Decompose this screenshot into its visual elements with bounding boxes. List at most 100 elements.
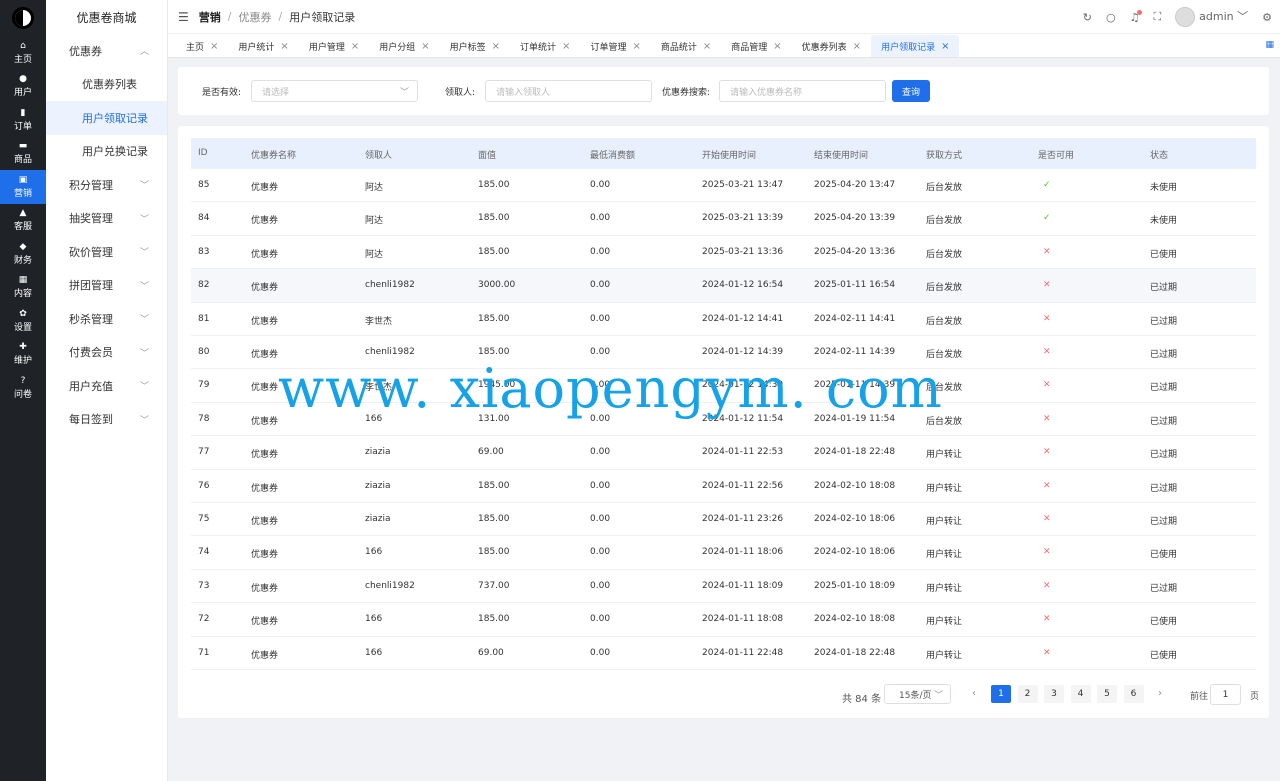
rail-item-user[interactable]: ● 用户 xyxy=(0,70,46,104)
page-number-button[interactable]: 1 xyxy=(991,685,1011,703)
menu-item-exchange-records[interactable]: 用户兑换记录 xyxy=(46,135,167,169)
tab-4[interactable]: 用户标签 × xyxy=(440,35,510,57)
rail-item-finance[interactable]: ◆ 财务 xyxy=(0,237,46,271)
valid-select[interactable]: 请选择 ﹀ xyxy=(251,80,418,102)
close-icon[interactable]: × xyxy=(853,41,861,52)
table-row[interactable]: 72 优惠券 166 185.00 0.00 2024-01-11 18:08 2024-0… xyxy=(191,603,1256,637)
page-number-button[interactable]: 3 xyxy=(1044,685,1064,703)
close-icon[interactable]: × xyxy=(632,41,640,52)
close-icon[interactable]: × xyxy=(492,41,500,52)
refresh-icon[interactable]: ↻ xyxy=(1083,11,1092,24)
close-icon[interactable]: × xyxy=(562,41,570,52)
table-row[interactable]: 85 优惠券 阿达 185.00 0.00 2025-03-21 13:47 2025-04… xyxy=(191,169,1256,203)
tab-8[interactable]: 商品管理 × xyxy=(721,35,791,57)
breadcrumb-item[interactable]: 营销 xyxy=(199,9,221,25)
tab-3[interactable]: 用户分组 × xyxy=(369,35,439,57)
table-cell: 0.00 xyxy=(590,614,611,625)
column-header: 开始使用时间 xyxy=(702,151,757,161)
rail-item-service[interactable]: ▲ 客服 xyxy=(0,204,46,238)
breadcrumb-item[interactable]: 优惠券 xyxy=(238,9,271,25)
table-cell: 72 xyxy=(198,614,210,625)
table-cell: 166 xyxy=(365,647,383,658)
chevron-down-icon: ﹀ xyxy=(139,382,149,393)
page-number-button[interactable]: 2 xyxy=(1017,685,1038,703)
table-row[interactable]: 73 优惠券 chenli1982 737.00 0.00 2024-01-11 18:0… xyxy=(191,570,1256,604)
page-number-button[interactable]: 5 xyxy=(1097,685,1117,703)
fullscreen-icon[interactable]: ⛶ xyxy=(1153,10,1161,24)
page-number-button[interactable]: 4 xyxy=(1070,685,1091,703)
tabs-menu-icon[interactable]: ▦ xyxy=(1265,40,1274,50)
menu-group-6[interactable]: 用户充值 ﹀ xyxy=(46,369,167,403)
tab-10[interactable]: 用户领取记录 × xyxy=(871,35,960,57)
rail-item-survey[interactable]: ? 问卷 xyxy=(0,371,46,405)
menu-group-4[interactable]: 秒杀管理 ﹀ xyxy=(46,302,167,336)
rail-item-product[interactable]: ▬ 商品 xyxy=(0,137,46,171)
table-row[interactable]: 75 优惠券 ziazia 185.00 0.00 2024-01-11 23:26 202… xyxy=(191,503,1256,537)
table-row[interactable]: 79 优惠券 李世杰 1945.00 0.00 2024-01-12 14:39 2025-… xyxy=(191,369,1256,403)
menu-toggle-icon[interactable]: ☰ xyxy=(178,10,189,24)
logo-icon xyxy=(12,7,34,29)
table-row[interactable]: 82 优惠券 chenli1982 3000.00 0.00 2024-01-12 16:… xyxy=(191,269,1256,303)
table-row[interactable]: 77 优惠券 ziazia 69.00 0.00 2024-01-11 22:53 2024… xyxy=(191,436,1256,470)
gear-icon[interactable]: ⚙ xyxy=(1262,11,1272,24)
rail-item-home[interactable]: ⌂ 主页 xyxy=(0,36,46,70)
page-size-select[interactable]: 15条/页 ﹀ xyxy=(884,684,951,704)
menu-group-7[interactable]: 每日签到 ﹀ xyxy=(46,403,167,437)
finance-icon: ◆ xyxy=(19,241,27,252)
close-icon[interactable]: × xyxy=(421,41,429,52)
goto-page-input[interactable]: 1 xyxy=(1210,684,1241,705)
table-row[interactable]: 84 优惠券 阿达 185.00 0.00 2025-03-21 13:39 2025-04… xyxy=(191,202,1256,236)
table-row[interactable]: 78 优惠券 166 131.00 0.00 2024-01-12 11:54 2024-0… xyxy=(191,403,1256,437)
menu-group-coupon[interactable]: 优惠券 ︿ xyxy=(46,34,167,68)
menu-group-2[interactable]: 砍价管理 ﹀ xyxy=(46,235,167,269)
close-icon[interactable]: × xyxy=(941,41,949,52)
query-button[interactable]: 查询 xyxy=(892,80,930,102)
receiver-input[interactable]: 请输入领取人 xyxy=(485,80,652,102)
close-icon[interactable]: × xyxy=(351,41,359,52)
close-icon[interactable]: × xyxy=(210,41,218,52)
table-row[interactable]: 74 优惠券 166 185.00 0.00 2024-01-11 18:06 2024-0… xyxy=(191,536,1256,570)
close-icon[interactable]: × xyxy=(773,41,781,52)
rail-item-content[interactable]: ▦ 内容 xyxy=(0,271,46,305)
table-cell: 2024-02-10 18:08 xyxy=(814,480,896,491)
sub-menu: 优惠卷商城 优惠券 ︿ 优惠券列表 用户领取记录 用户兑换记录 积分管理 ﹀ 抽奖管… xyxy=(46,0,168,781)
bell-icon[interactable]: ♫ xyxy=(1130,9,1143,24)
tab-6[interactable]: 订单管理 × xyxy=(580,35,650,57)
table-cell: 优惠券 xyxy=(251,550,279,561)
search-icon[interactable]: ○ xyxy=(1106,11,1116,24)
rail-item-marketing[interactable]: ▣ 营销 xyxy=(0,170,46,204)
menu-group-1[interactable]: 抽奖管理 ﹀ xyxy=(46,202,167,236)
table-cell: 已使用 xyxy=(1150,650,1178,661)
close-icon[interactable]: × xyxy=(703,41,711,52)
table-cell: 71 xyxy=(198,647,210,658)
tab-5[interactable]: 订单统计 × xyxy=(510,35,580,57)
close-icon[interactable]: × xyxy=(280,41,288,52)
rail-item-maintenance[interactable]: ✚ 维护 xyxy=(0,338,46,372)
goto-label: 前往 xyxy=(1190,692,1209,702)
menu-item-coupon-list[interactable]: 优惠券列表 xyxy=(46,68,167,102)
coupon-search-input[interactable]: 请输入优惠券名称 xyxy=(719,80,886,102)
menu-item-receive-records[interactable]: 用户领取记录 xyxy=(46,101,167,135)
rail-item-order[interactable]: ▮ 订单 xyxy=(0,103,46,137)
rail-item-settings[interactable]: ✿ 设置 xyxy=(0,304,46,338)
table-cell: 后台发放 xyxy=(926,350,963,360)
tab-9[interactable]: 优惠券列表 × xyxy=(792,35,871,57)
tab-0[interactable]: 主页 × xyxy=(176,35,228,57)
prev-page-icon[interactable]: ‹ xyxy=(972,688,976,699)
table-row[interactable]: 83 优惠券 阿达 185.00 0.00 2025-03-21 13:36 2025-04… xyxy=(191,236,1256,270)
menu-group-0[interactable]: 积分管理 ﹀ xyxy=(46,168,167,202)
user-menu[interactable]: admin ﹀ xyxy=(1175,7,1248,27)
table-row[interactable]: 81 优惠券 李世杰 185.00 0.00 2024-01-12 14:41 2024-0… xyxy=(191,303,1256,336)
tab-1[interactable]: 用户统计 × xyxy=(228,35,298,57)
table-cell: 0.00 xyxy=(590,280,611,291)
tab-7[interactable]: 商品统计 × xyxy=(651,35,721,57)
tab-2[interactable]: 用户管理 × xyxy=(299,35,369,57)
menu-group-3[interactable]: 拼团管理 ﹀ xyxy=(46,269,167,303)
menu-group-5[interactable]: 付费会员 ﹀ xyxy=(46,336,167,370)
table-cell: 0.00 xyxy=(590,313,611,324)
table-row[interactable]: 71 优惠券 166 69.00 0.00 2024-01-11 22:48 2024-01… xyxy=(191,637,1256,670)
table-row[interactable]: 80 优惠券 chenli1982 185.00 0.00 2024-01-12 14:3… xyxy=(191,336,1256,370)
page-number-button[interactable]: 6 xyxy=(1123,685,1144,703)
table-row[interactable]: 76 优惠券 ziazia 185.00 0.00 2024-01-11 22:56 202… xyxy=(191,470,1256,503)
next-page-icon[interactable]: › xyxy=(1158,688,1162,699)
